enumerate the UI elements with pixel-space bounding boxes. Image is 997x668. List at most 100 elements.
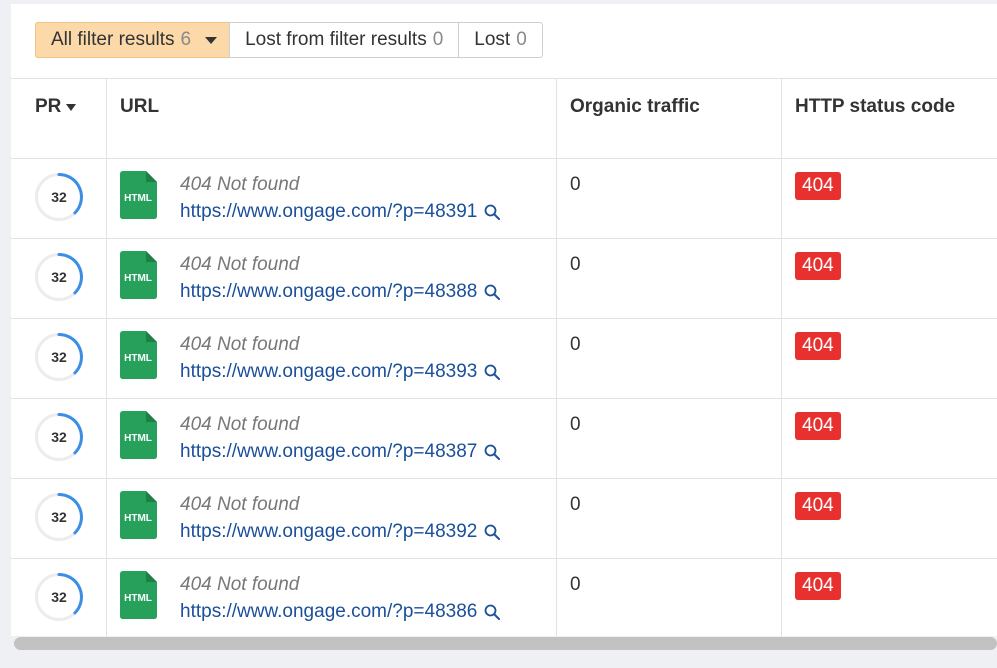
pr-cell: 32 [11, 399, 107, 478]
url-link[interactable]: https://www.ongage.com/?p=48393 [180, 360, 477, 384]
html-icon-label: HTML [124, 593, 152, 604]
organic-traffic-value: 0 [570, 334, 581, 355]
http-status-cell: 404 [782, 399, 997, 478]
header-pr: PR [11, 79, 107, 158]
horizontal-scrollbar[interactable] [14, 637, 997, 650]
scrollbar-thumb[interactable] [14, 637, 997, 650]
status-badge: 404 [795, 412, 841, 440]
organic-traffic-cell: 0 [557, 399, 782, 478]
http-status-cell: 404 [782, 559, 997, 636]
html-icon-label: HTML [124, 193, 152, 204]
pr-value: 32 [51, 349, 67, 365]
table-row: 32 HTML 404 Not found https://www.ongage… [11, 399, 997, 479]
tab-label: All filter results [51, 29, 175, 50]
header-http-label: HTTP status code [795, 96, 956, 117]
url-line: https://www.ongage.com/?p=48391 [180, 200, 501, 224]
header-http-status: HTTP status code [782, 79, 997, 158]
search-icon[interactable] [484, 524, 501, 540]
tab-lost[interactable]: Lost 0 [458, 22, 543, 58]
pr-value: 32 [51, 189, 67, 205]
chevron-down-icon[interactable] [205, 36, 218, 44]
tab-count: 0 [516, 29, 527, 50]
table-row: 32 HTML 404 Not found https://www.ongage… [11, 239, 997, 319]
page-title: 404 Not found [180, 574, 300, 595]
url-text-group: 404 Not found https://www.ongage.com/?p=… [180, 173, 501, 224]
pr-cell: 32 [11, 479, 107, 558]
html-file-icon: HTML [120, 491, 157, 539]
pr-ring-gauge: 32 [34, 572, 84, 622]
html-icon-label: HTML [124, 273, 152, 284]
pr-cell: 32 [11, 159, 107, 238]
pr-ring-gauge: 32 [34, 252, 84, 302]
table-header: PR URL Organic traffic HTTP status code [11, 79, 997, 159]
html-file-icon: HTML [120, 411, 157, 459]
url-link[interactable]: https://www.ongage.com/?p=48391 [180, 200, 477, 224]
table-body: 32 HTML 404 Not found https://www.ongage… [11, 159, 997, 636]
url-line: https://www.ongage.com/?p=48386 [180, 600, 501, 624]
table-row: 32 HTML 404 Not found https://www.ongage… [11, 159, 997, 239]
url-text-group: 404 Not found https://www.ongage.com/?p=… [180, 413, 501, 464]
tab-all-filter-results[interactable]: All filter results 6 [35, 22, 231, 58]
html-file-icon: HTML [120, 171, 157, 219]
page-title: 404 Not found [180, 174, 300, 195]
organic-traffic-cell: 0 [557, 319, 782, 398]
url-text-group: 404 Not found https://www.ongage.com/?p=… [180, 493, 501, 544]
table-row: 32 HTML 404 Not found https://www.ongage… [11, 319, 997, 399]
status-badge: 404 [795, 332, 841, 360]
url-cell: HTML 404 Not found https://www.ongage.co… [107, 239, 557, 318]
tab-label: Lost from filter results [245, 29, 427, 50]
results-table: PR URL Organic traffic HTTP status code [11, 78, 997, 636]
url-link[interactable]: https://www.ongage.com/?p=48387 [180, 440, 477, 464]
url-cell: HTML 404 Not found https://www.ongage.co… [107, 319, 557, 398]
http-status-cell: 404 [782, 479, 997, 558]
search-icon[interactable] [484, 604, 501, 620]
html-icon-label: HTML [124, 433, 152, 444]
url-cell: HTML 404 Not found https://www.ongage.co… [107, 399, 557, 478]
html-icon-label: HTML [124, 513, 152, 524]
page-title: 404 Not found [180, 254, 300, 275]
search-icon[interactable] [484, 204, 501, 220]
search-icon[interactable] [484, 444, 501, 460]
tab-label: Lost [474, 29, 511, 50]
tab-lost-from-filter-results[interactable]: Lost from filter results 0 [229, 22, 460, 58]
organic-traffic-value: 0 [570, 414, 581, 435]
sort-pr-button[interactable]: PR [35, 96, 77, 118]
pr-value: 32 [51, 589, 67, 605]
http-status-cell: 404 [782, 239, 997, 318]
url-link[interactable]: https://www.ongage.com/?p=48386 [180, 600, 477, 624]
page-title: 404 Not found [180, 334, 300, 355]
tab-count: 0 [432, 29, 444, 50]
pr-value: 32 [51, 429, 67, 445]
url-link[interactable]: https://www.ongage.com/?p=48388 [180, 280, 477, 304]
filter-tabs: All filter results 6 Lost from filter re… [35, 22, 543, 58]
pr-ring-gauge: 32 [34, 492, 84, 542]
search-icon[interactable] [484, 364, 501, 380]
pr-cell: 32 [11, 239, 107, 318]
url-text-group: 404 Not found https://www.ongage.com/?p=… [180, 253, 501, 304]
organic-traffic-cell: 0 [557, 479, 782, 558]
status-badge: 404 [795, 172, 841, 200]
html-file-icon: HTML [120, 331, 157, 379]
organic-traffic-value: 0 [570, 174, 581, 195]
url-line: https://www.ongage.com/?p=48387 [180, 440, 501, 464]
status-badge: 404 [795, 492, 841, 520]
page-title: 404 Not found [180, 494, 300, 515]
search-icon[interactable] [484, 284, 501, 300]
pr-ring-gauge: 32 [34, 412, 84, 462]
header-url: URL [107, 79, 557, 158]
status-badge: 404 [795, 572, 841, 600]
tab-count: 6 [180, 29, 192, 50]
pr-ring-gauge: 32 [34, 332, 84, 382]
organic-traffic-value: 0 [570, 254, 581, 275]
http-status-cell: 404 [782, 319, 997, 398]
url-cell: HTML 404 Not found https://www.ongage.co… [107, 159, 557, 238]
url-text-group: 404 Not found https://www.ongage.com/?p=… [180, 333, 501, 384]
html-file-icon: HTML [120, 251, 157, 299]
organic-traffic-cell: 0 [557, 239, 782, 318]
html-file-icon: HTML [120, 571, 157, 619]
sort-desc-icon [66, 103, 77, 111]
header-url-label: URL [120, 96, 160, 117]
url-link[interactable]: https://www.ongage.com/?p=48392 [180, 520, 477, 544]
pr-cell: 32 [11, 319, 107, 398]
page-title: 404 Not found [180, 414, 300, 435]
